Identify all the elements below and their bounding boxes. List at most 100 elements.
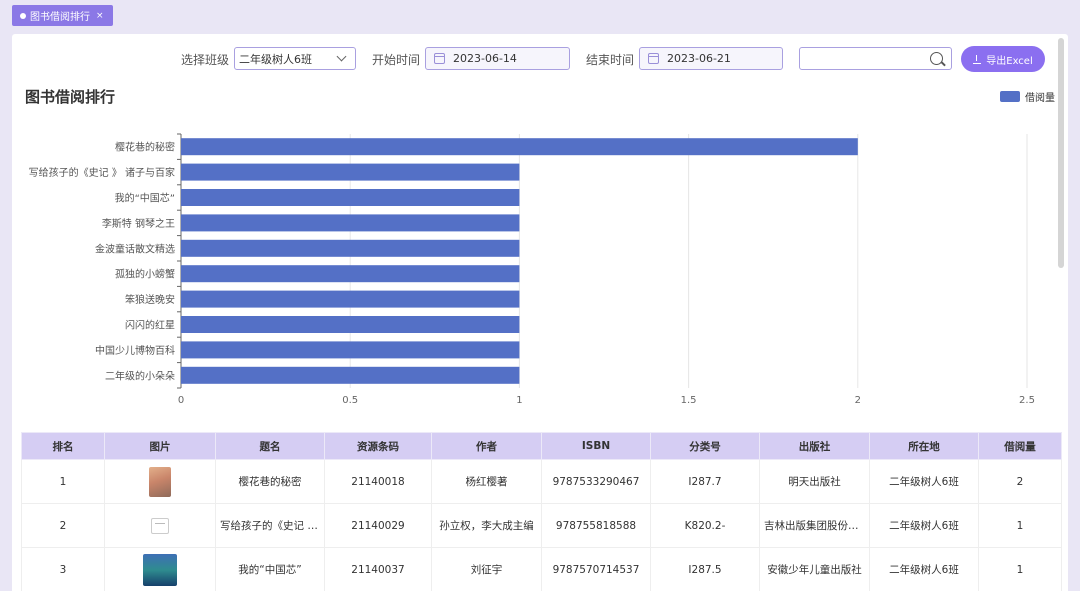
- bar[interactable]: [181, 316, 520, 333]
- x-tick-label: 1.5: [681, 395, 697, 406]
- start-date-field[interactable]: 2023-06-14: [425, 47, 570, 70]
- y-category-label: 我的“中国芯”: [115, 192, 175, 205]
- y-category-label: 李斯特 钢琴之王: [102, 217, 175, 230]
- cell-isbn: 978755818588: [541, 503, 651, 548]
- cell-publisher: 明天出版社: [759, 459, 870, 504]
- page-title: 图书借阅排行: [25, 88, 116, 106]
- col-barcode[interactable]: 资源条码: [324, 432, 432, 460]
- class-label: 选择班级: [181, 53, 230, 67]
- bar[interactable]: [181, 290, 520, 308]
- y-category-label: 孤独的小螃蟹: [115, 268, 175, 281]
- cell-title: 写给孩子的《史记 》...: [215, 503, 325, 548]
- bar[interactable]: [181, 189, 520, 206]
- borrow-ranking-chart: 0 0.5 1 1.5 2 2.5 樱花巷的秘密写给孩子的《史记 》 诸子与百家我的“中国芯…: [29, 133, 1035, 406]
- cell-barcode: 21140037: [324, 547, 432, 591]
- export-excel-button[interactable]: 导出Excel: [961, 46, 1045, 72]
- end-date-field[interactable]: 2023-06-21: [639, 47, 783, 70]
- table-row[interactable]: 1 樱花巷的秘密 21140018 杨红樱著 9787533290467 I28…: [21, 459, 1062, 504]
- bar[interactable]: [181, 366, 520, 384]
- x-tick-label: 1: [516, 395, 522, 406]
- y-category-label: 闪闪的红星: [125, 319, 175, 332]
- cell-class-no: K820.2-: [650, 503, 760, 548]
- bar[interactable]: [181, 341, 520, 359]
- search-input[interactable]: [799, 47, 952, 70]
- download-icon: [973, 54, 982, 64]
- book-cover-image[interactable]: [149, 466, 171, 497]
- cell-barcode: 21140018: [324, 459, 432, 504]
- y-category-label: 笨狼送晚安: [125, 293, 175, 306]
- start-date-label: 开始时间: [372, 53, 421, 67]
- cell-author: 杨红樱著: [431, 459, 542, 504]
- x-tick-label: 0: [178, 395, 184, 406]
- end-date-label: 结束时间: [586, 53, 635, 67]
- cell-publisher: 吉林出版集团股份有...: [759, 503, 870, 548]
- chevron-down-icon: [336, 51, 347, 62]
- search-icon[interactable]: [930, 52, 943, 65]
- main-panel: 选择班级 二年级树人6班 开始时间 2023-06-14 结束时间 2023-0…: [12, 34, 1068, 591]
- col-location[interactable]: 所在地: [869, 432, 979, 460]
- start-date-value: 2023-06-14: [453, 52, 517, 65]
- bar[interactable]: [181, 239, 520, 257]
- y-category-label: 写给孩子的《史记 》 诸子与百家: [29, 166, 175, 179]
- x-tick-label: 0.5: [342, 395, 358, 406]
- bar[interactable]: [181, 163, 520, 181]
- col-isbn[interactable]: ISBN: [541, 432, 651, 460]
- class-value: 二年级树人6班: [239, 52, 312, 66]
- legend-swatch: [1000, 91, 1020, 102]
- col-author[interactable]: 作者: [431, 432, 542, 460]
- bar[interactable]: [181, 138, 858, 156]
- tab-label: 图书借阅排行: [30, 12, 90, 23]
- cell-title: 我的“中国芯”: [215, 547, 325, 591]
- table-row[interactable]: 3 我的“中国芯” 21140037 刘征宇 9787570714537 I28…: [21, 547, 1062, 591]
- cell-location: 二年级树人6班: [869, 503, 979, 548]
- legend-label: 借阅量: [1025, 93, 1055, 104]
- image-placeholder-icon[interactable]: [151, 517, 169, 534]
- y-category-label: 金波童话散文精选: [95, 242, 175, 255]
- table-row[interactable]: 2 写给孩子的《史记 》... 21140029 孙立权，李大成主编 97875…: [21, 503, 1062, 548]
- book-cover-image[interactable]: [143, 553, 177, 586]
- cell-class-no: I287.7: [650, 459, 760, 504]
- calendar-icon: [648, 53, 659, 64]
- tab-book-ranking[interactable]: 图书借阅排行 ×: [12, 5, 113, 26]
- cell-count: 2: [978, 459, 1062, 504]
- cell-rank: 1: [21, 459, 105, 504]
- bar[interactable]: [181, 265, 520, 283]
- col-publisher[interactable]: 出版社: [759, 432, 870, 460]
- col-rank[interactable]: 排名: [21, 432, 105, 460]
- cell-isbn: 9787533290467: [541, 459, 651, 504]
- x-tick-label: 2: [855, 395, 861, 406]
- cell-author: 孙立权，李大成主编: [431, 503, 542, 548]
- y-category-label: 二年级的小朵朵: [105, 369, 175, 382]
- class-select[interactable]: 二年级树人6班: [234, 47, 356, 70]
- col-image[interactable]: 图片: [104, 432, 216, 460]
- cell-image: [104, 459, 216, 504]
- x-tick-label: 2.5: [1019, 395, 1035, 406]
- cell-barcode: 21140029: [324, 503, 432, 548]
- cell-image: [104, 503, 216, 548]
- col-class-no[interactable]: 分类号: [650, 432, 760, 460]
- cell-rank: 3: [21, 547, 105, 591]
- cell-location: 二年级树人6班: [869, 547, 979, 591]
- close-icon[interactable]: ×: [96, 11, 104, 21]
- export-label: 导出Excel: [986, 55, 1033, 67]
- cell-count: 1: [978, 503, 1062, 548]
- cell-location: 二年级树人6班: [869, 459, 979, 504]
- cell-isbn: 9787570714537: [541, 547, 651, 591]
- cell-image: [104, 547, 216, 591]
- cell-publisher: 安徽少年儿童出版社: [759, 547, 870, 591]
- cell-class-no: I287.5: [650, 547, 760, 591]
- tab-bar: 图书借阅排行 ×: [0, 0, 1080, 32]
- cell-rank: 2: [21, 503, 105, 548]
- bar[interactable]: [181, 214, 520, 232]
- cell-author: 刘征宇: [431, 547, 542, 591]
- active-dot-icon: [20, 12, 26, 19]
- y-category-label: 中国少儿博物百科: [95, 344, 175, 357]
- col-count[interactable]: 借阅量: [978, 432, 1062, 460]
- table-header-row: 排名 图片 题名 资源条码 作者 ISBN 分类号 出版社 所在地 借阅量: [21, 432, 1062, 460]
- calendar-icon: [434, 53, 445, 64]
- col-title[interactable]: 题名: [215, 432, 325, 460]
- y-category-label: 樱花巷的秘密: [115, 141, 175, 154]
- cell-title: 樱花巷的秘密: [215, 459, 325, 504]
- chart-legend[interactable]: 借阅量: [1000, 89, 1055, 104]
- cell-count: 1: [978, 547, 1062, 591]
